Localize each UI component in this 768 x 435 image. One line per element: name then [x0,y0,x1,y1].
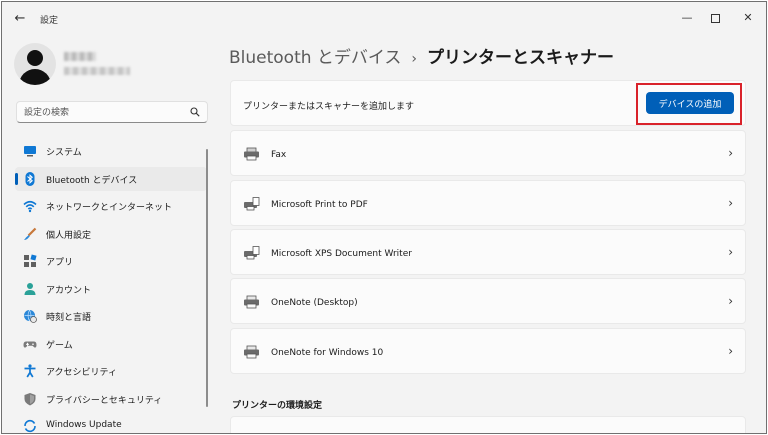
search-box[interactable] [16,101,208,123]
printer-icon [244,345,259,359]
page-title: プリンターとスキャナー [427,48,615,68]
printer-doc-icon [244,197,260,211]
sidebar-item-label: Windows Update [46,420,122,430]
printer-name: Microsoft XPS Document Writer [271,249,412,259]
preferences-card[interactable] [230,416,746,433]
sidebar-item-system[interactable]: システム [15,139,207,163]
globe-clock-icon [24,309,37,323]
apps-icon [24,254,37,267]
breadcrumb-separator: › [411,51,418,67]
sidebar-item-label: アクセシビリティ [46,368,118,378]
search-input[interactable] [24,106,184,119]
app-title: 設定 [40,16,59,26]
title-bar: ← 設定 — ✕ [2,2,766,36]
sidebar-item-label: 個人用設定 [46,231,92,241]
sidebar-item-network[interactable]: ネットワークとインターネット [15,194,207,218]
maximize-button[interactable] [704,8,726,28]
sidebar-item-accessibility[interactable]: アクセシビリティ [15,359,207,383]
sidebar-item-windows-update[interactable]: Windows Update [15,414,207,433]
highlight-box [636,83,742,125]
sidebar-item-label: アカウント [46,286,92,296]
sidebar-item-label: ゲーム [46,341,73,351]
settings-window: ← 設定 — ✕ システム Bluetooth とデバイス [1,1,767,434]
account-icon [24,283,36,295]
sidebar-item-accounts[interactable]: アカウント [15,277,207,301]
search-icon [190,107,200,117]
sidebar-item-label: 時刻と言語 [46,313,92,323]
sidebar-scrollbar[interactable] [206,149,208,407]
breadcrumb-parent[interactable]: Bluetooth とデバイス [229,48,401,68]
printer-name: OneNote (Desktop) [271,298,358,308]
close-button[interactable]: ✕ [737,8,759,28]
chevron-right-icon: › [728,294,733,308]
paintbrush-icon [24,227,37,240]
printer-row[interactable]: Fax › [230,130,746,176]
sidebar-item-label: アプリ [46,258,74,268]
printer-name: Microsoft Print to PDF [271,200,368,210]
sidebar-item-apps[interactable]: アプリ [15,249,207,273]
add-device-label: プリンターまたはスキャナーを追加します [243,102,415,112]
avatar[interactable] [14,43,56,85]
sidebar-item-label: ネットワークとインターネット [46,203,173,213]
accessibility-icon [24,364,36,378]
fax-icon [244,147,259,161]
sidebar-item-privacy[interactable]: プライバシーとセキュリティ [15,387,207,411]
sidebar-item-personalization[interactable]: 個人用設定 [15,222,207,246]
user-email-blurred [64,67,130,75]
bluetooth-icon [25,172,35,186]
breadcrumb: Bluetooth とデバイス › プリンターとスキャナー [229,43,614,68]
shield-icon [24,393,36,406]
selection-indicator [15,173,18,185]
printer-name: OneNote for Windows 10 [271,348,384,358]
update-icon [24,419,36,433]
sidebar-item-label: Bluetooth とデバイス [46,176,138,186]
printer-row[interactable]: Microsoft XPS Document Writer › [230,229,746,275]
sidebar-item-label: プライバシーとセキュリティ [46,396,163,406]
printer-icon [244,295,259,309]
sidebar-item-bluetooth[interactable]: Bluetooth とデバイス [15,167,207,191]
printer-doc-icon [244,246,260,260]
chevron-right-icon: › [728,245,733,259]
sidebar-item-label: システム [46,148,82,158]
sidebar-item-gaming[interactable]: ゲーム [15,332,207,356]
user-name-blurred [64,52,96,61]
wifi-icon [23,200,37,213]
minimize-button[interactable]: — [676,8,698,28]
gamepad-icon [23,341,37,348]
back-arrow-icon[interactable]: ← [11,11,29,27]
sidebar-item-time-language[interactable]: 時刻と言語 [15,304,207,328]
maximize-icon [710,13,720,23]
chevron-right-icon: › [728,146,733,160]
printer-name: Fax [271,150,287,160]
chevron-right-icon: › [728,344,733,358]
monitor-icon [24,146,36,157]
printer-row[interactable]: Microsoft Print to PDF › [230,180,746,226]
chevron-right-icon: › [728,196,733,210]
printer-row[interactable]: OneNote for Windows 10 › [230,328,746,374]
section-title-printer-preferences: プリンターの環境設定 [232,401,323,411]
printer-row[interactable]: OneNote (Desktop) › [230,278,746,324]
